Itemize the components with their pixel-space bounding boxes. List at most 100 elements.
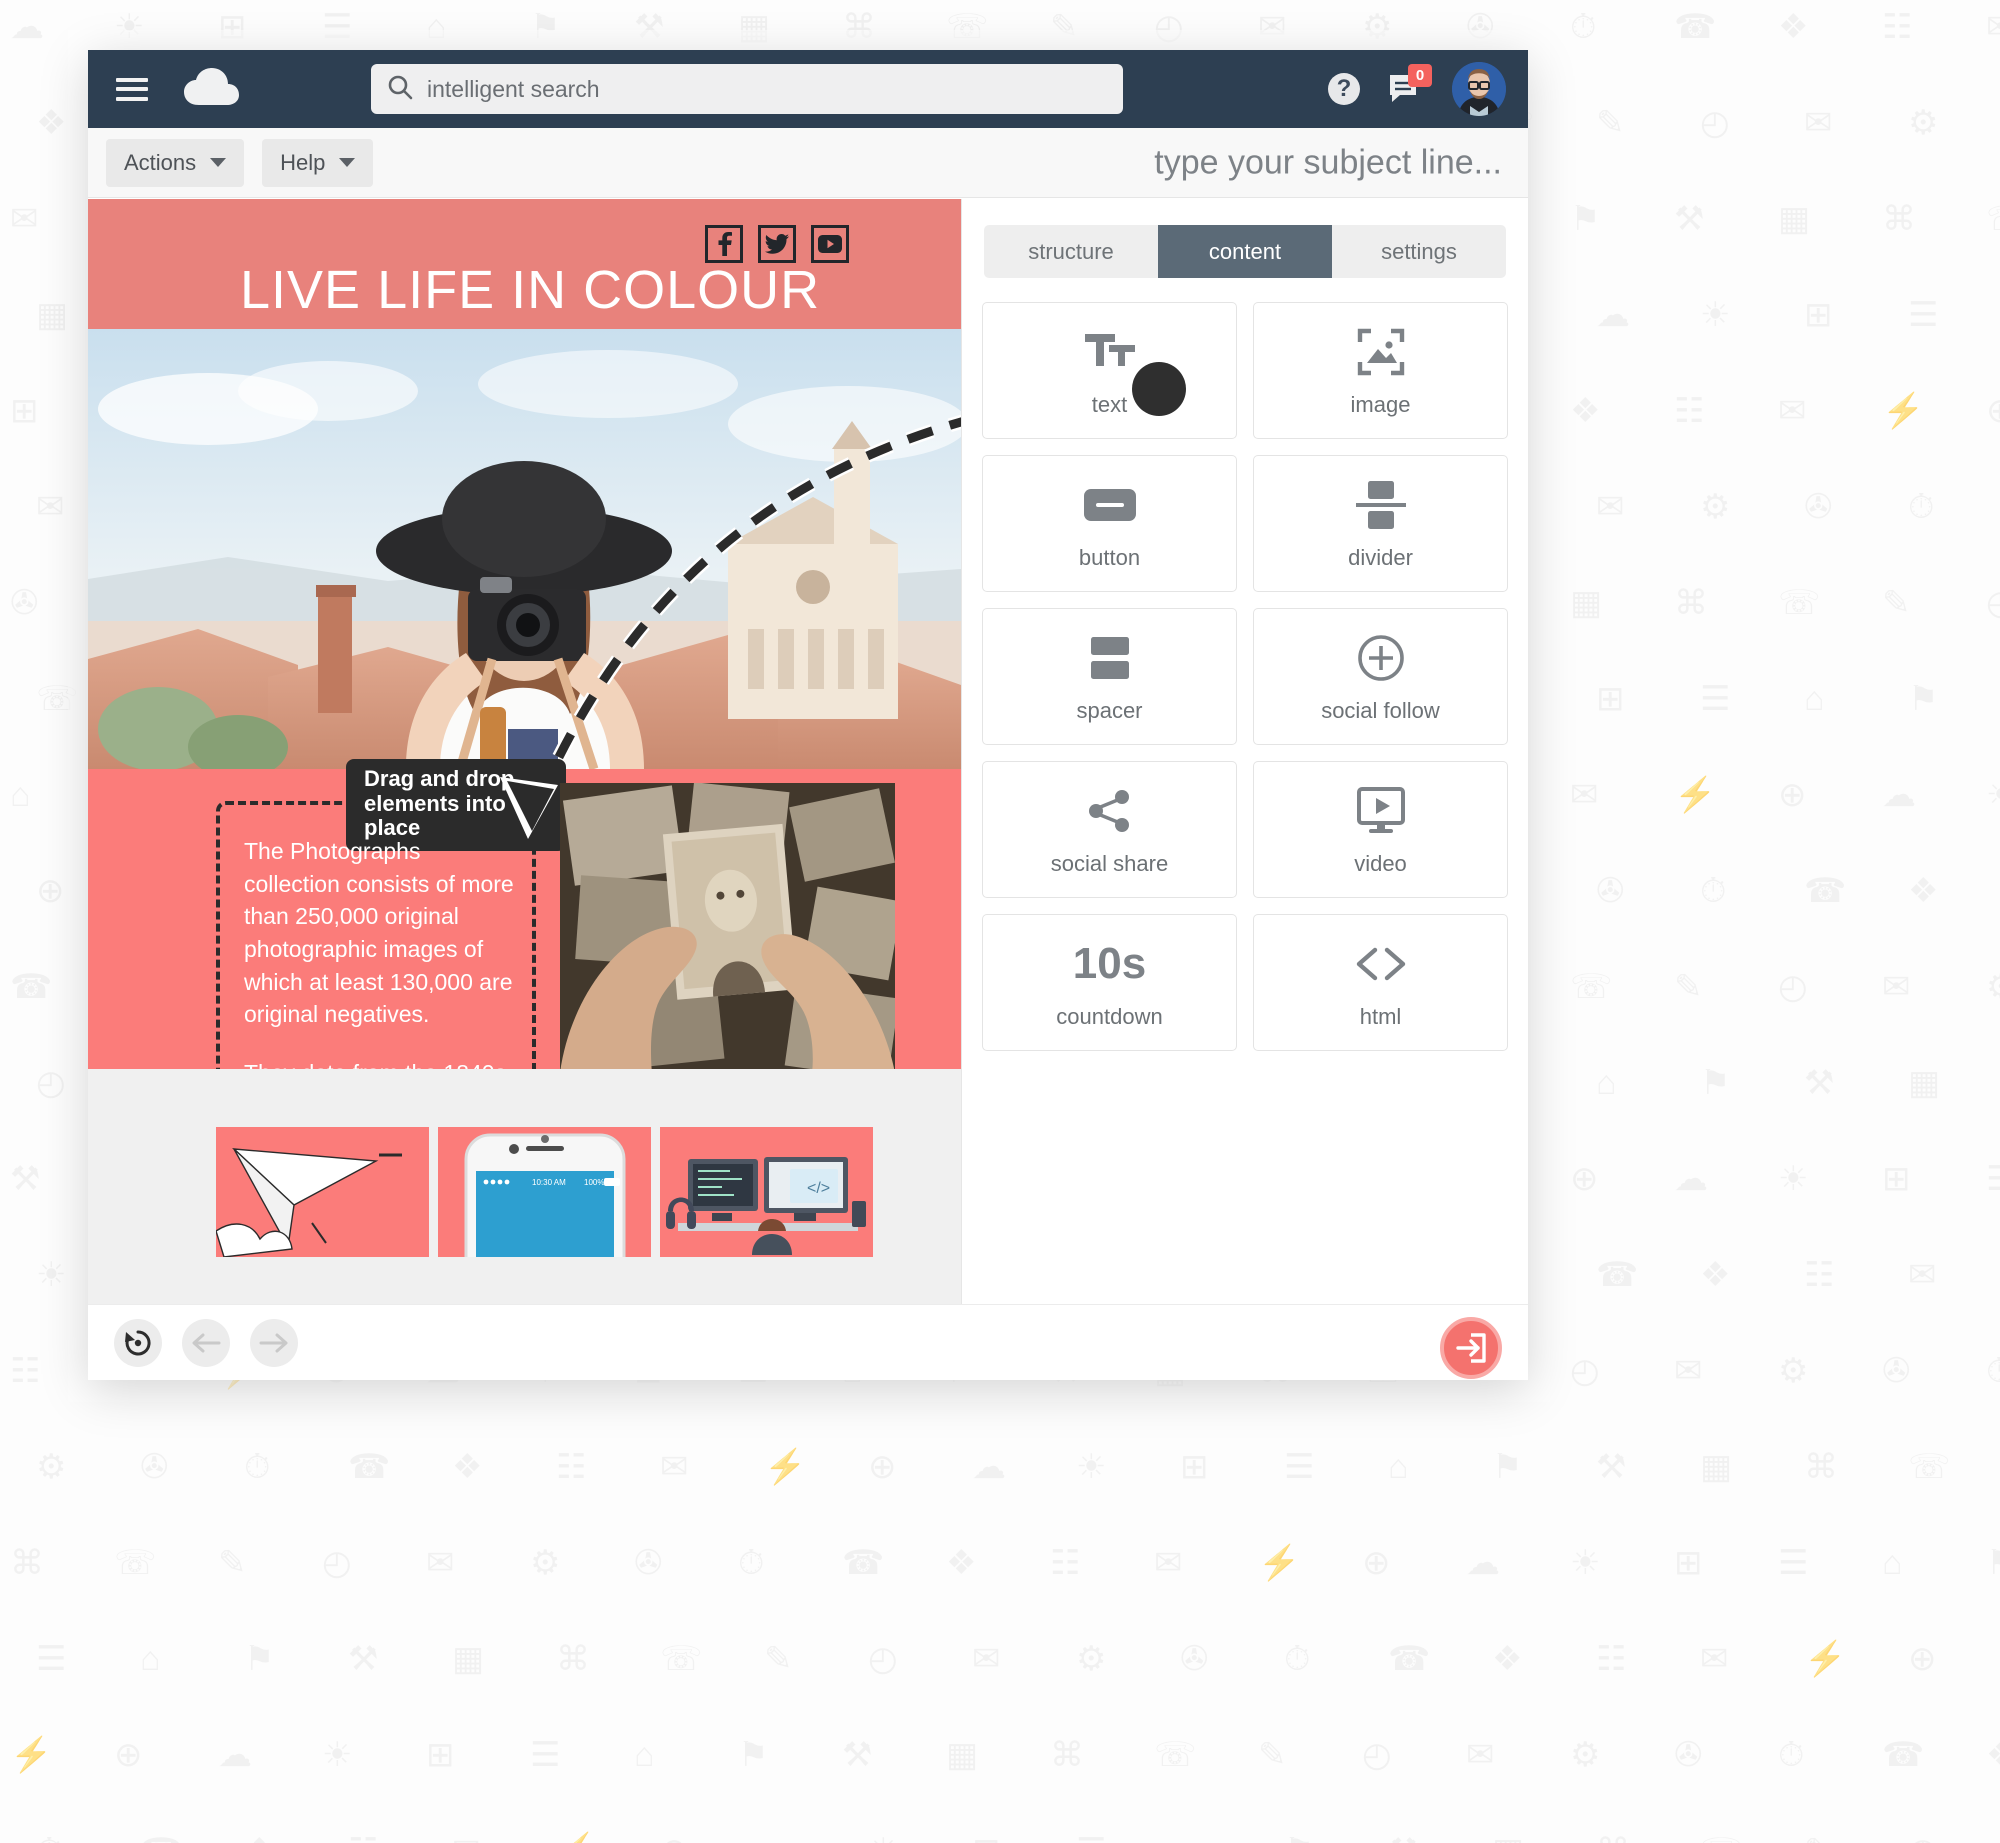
hamburger-menu-icon[interactable] (116, 77, 148, 101)
element-label: html (1359, 1003, 1402, 1029)
help-icon[interactable]: ? (1328, 73, 1360, 105)
wallpaper-doodle-icon: ▦ (1492, 1834, 1524, 1843)
wallpaper-doodle-icon: ☀ (1778, 1160, 1809, 1198)
wallpaper-doodle-icon: ✉ (1700, 1640, 1729, 1678)
wallpaper-doodle-icon: ⚙ (1076, 1640, 1107, 1678)
wallpaper-doodle-icon: ✎ (764, 1640, 793, 1678)
footer-thumb-paper-plane[interactable] (216, 1127, 429, 1257)
element-countdown[interactable]: 10s countdown (982, 914, 1237, 1051)
next-step-button[interactable] (1440, 1317, 1502, 1379)
wallpaper-doodle-icon: ✉ (426, 1544, 455, 1582)
drag-handle-dot[interactable] (1132, 362, 1186, 416)
wallpaper-doodle-icon: ❖ (244, 1834, 274, 1843)
footer-thumb-phone[interactable]: 10:30 AM 100% (438, 1127, 651, 1257)
wallpaper-doodle-icon: ⊞ (1882, 1160, 1911, 1198)
search-bar[interactable] (371, 64, 1123, 114)
wallpaper-doodle-icon: ✇ (1882, 1352, 1911, 1390)
wallpaper-doodle-icon: ⊞ (1596, 680, 1625, 718)
wallpaper-doodle-icon: ☁ (10, 8, 44, 46)
wallpaper-doodle-icon: ❖ (946, 1544, 977, 1582)
body-paragraph: The Photographs collection consists of m… (244, 838, 514, 1028)
element-label: social share (1050, 850, 1169, 876)
wallpaper-doodle-icon: ◴ (868, 1640, 898, 1678)
wallpaper-doodle-icon: ☏ (114, 1544, 157, 1582)
twitter-icon[interactable] (758, 225, 796, 263)
cloud-logo-icon[interactable] (182, 67, 240, 112)
wallpaper-doodle-icon: ⚒ (842, 1736, 873, 1774)
tab-settings[interactable]: settings (1332, 225, 1506, 278)
element-social-share[interactable]: social share (982, 761, 1237, 898)
element-divider[interactable]: divider (1253, 455, 1508, 592)
element-image[interactable]: image (1253, 302, 1508, 439)
wallpaper-doodle-icon: ☷ (1050, 1544, 1081, 1582)
wallpaper-doodle-icon: ☁ (1882, 776, 1916, 814)
text-drop-target[interactable]: Drag and drop elements into place The Ph… (216, 759, 566, 1119)
wallpaper-doodle-icon: ✎ (1804, 1834, 1833, 1843)
search-input[interactable] (427, 75, 1067, 103)
wallpaper-doodle-icon: ⏱ (1284, 1640, 1311, 1678)
wallpaper-doodle-icon: ⚙ (36, 1448, 67, 1486)
wallpaper-doodle-icon: ☷ (1674, 392, 1705, 430)
wallpaper-doodle-icon: ▦ (1570, 584, 1603, 622)
code-brackets-icon (1353, 936, 1409, 992)
help-dropdown[interactable]: Help (262, 138, 374, 187)
wallpaper-doodle-icon: ✎ (218, 1544, 247, 1582)
wallpaper-doodle-icon: ☷ (10, 1352, 41, 1390)
email-photo-image[interactable] (560, 783, 895, 1073)
wallpaper-doodle-icon: ▦ (1908, 1064, 1941, 1102)
youtube-icon[interactable] (811, 225, 849, 263)
email-header-band[interactable]: LIVE LIFE IN COLOUR (88, 199, 961, 329)
avatar[interactable] (1452, 62, 1506, 116)
share-icon (1085, 783, 1135, 839)
element-button[interactable]: button (982, 455, 1237, 592)
wallpaper-doodle-icon: ⚑ (1986, 1546, 2000, 1580)
wallpaper-doodle-icon: ❖ (1908, 872, 1939, 910)
wallpaper-doodle-icon: ⚑ (738, 1736, 769, 1774)
wallpaper-doodle-icon: ☏ (1908, 1448, 1951, 1486)
wallpaper-doodle-icon: ⚒ (348, 1640, 379, 1678)
wallpaper-doodle-icon: ✇ (140, 1448, 169, 1486)
wallpaper-doodle-icon: ⊞ (972, 1834, 1001, 1843)
email-footer-strip[interactable]: 10:30 AM 100% </> (88, 1069, 961, 1304)
element-text[interactable]: text (982, 302, 1237, 439)
wallpaper-doodle-icon: ☀ (322, 1736, 353, 1774)
element-html[interactable]: html (1253, 914, 1508, 1051)
svg-text:10:30 AM: 10:30 AM (532, 1178, 566, 1187)
divider-icon (1353, 477, 1409, 533)
wallpaper-doodle-icon: ◴ (1700, 104, 1730, 142)
wallpaper-doodle-icon: ⏱ (36, 1834, 63, 1843)
wallpaper-doodle-icon: ✉ (36, 488, 65, 526)
facebook-icon[interactable] (705, 225, 743, 263)
hero-image[interactable] (88, 329, 961, 769)
element-social-follow[interactable]: social follow (1253, 608, 1508, 745)
wallpaper-doodle-icon: ✎ (1596, 104, 1625, 142)
subject-line-input[interactable]: type your subject line... (1154, 143, 1502, 182)
tab-content[interactable]: content (1158, 225, 1332, 278)
undo-back-button[interactable] (182, 1318, 230, 1367)
wallpaper-doodle-icon: ✉ (1674, 1352, 1703, 1390)
email-headline[interactable]: LIVE LIFE IN COLOUR (240, 259, 820, 321)
footer-thumb-workstation[interactable]: </> (660, 1127, 873, 1257)
wallpaper-doodle-icon: ⚙ (1700, 488, 1731, 526)
app-window: ? 0 (88, 50, 1528, 1380)
wallpaper-doodle-icon: ✇ (1180, 1640, 1209, 1678)
wallpaper-doodle-icon: ⌂ (1804, 680, 1825, 718)
wallpaper-doodle-icon: ✉ (1466, 1736, 1495, 1774)
email-canvas[interactable]: LIVE LIFE IN COLOUR Drag and drop elemen… (88, 199, 961, 1304)
wallpaper-doodle-icon: ☰ (1076, 1834, 1106, 1843)
element-spacer[interactable]: spacer (982, 608, 1237, 745)
wallpaper-doodle-icon: ☎ (10, 968, 53, 1006)
actions-dropdown[interactable]: Actions (106, 138, 245, 187)
element-label: video (1354, 850, 1407, 876)
redo-forward-button[interactable] (250, 1318, 298, 1367)
wallpaper-doodle-icon: ✎ (1674, 968, 1703, 1006)
wallpaper-doodle-icon: ☰ (1700, 680, 1731, 718)
wallpaper-doodle-icon: ✎ (1882, 584, 1911, 622)
element-video[interactable]: video (1253, 761, 1508, 898)
email-content-block[interactable]: Drag and drop elements into place The Ph… (88, 759, 961, 1119)
tab-structure[interactable]: structure (984, 225, 1158, 278)
wallpaper-doodle-icon: ✎ (1258, 1736, 1287, 1774)
history-revert-button[interactable] (114, 1318, 162, 1367)
wallpaper-doodle-icon: ⌂ (1180, 1834, 1201, 1843)
messages-icon[interactable]: 0 (1388, 64, 1432, 105)
